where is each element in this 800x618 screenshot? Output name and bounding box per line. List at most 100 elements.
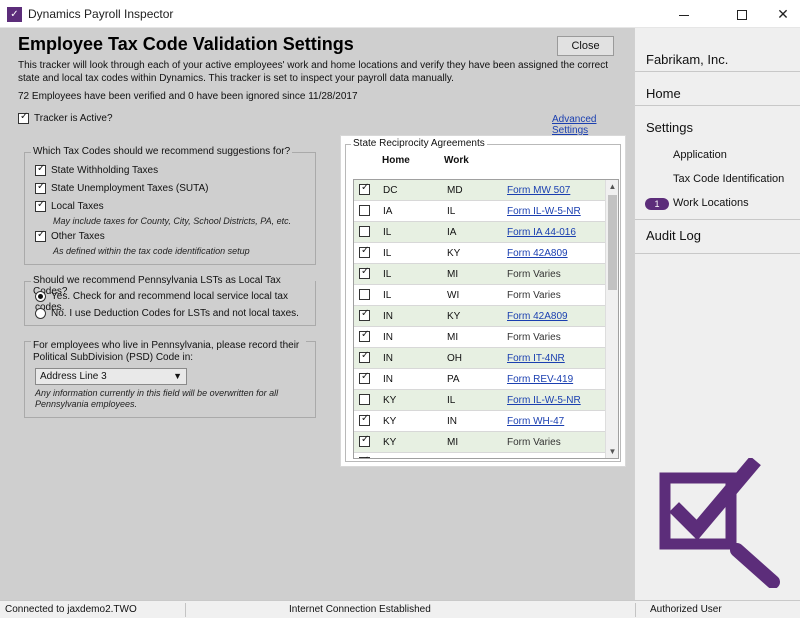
- work-state-cell: KY: [447, 248, 461, 259]
- suta-checkbox[interactable]: State Unemployment Taxes (SUTA): [35, 181, 209, 195]
- nav-item-audit-log[interactable]: Audit Log: [635, 220, 800, 254]
- tracker-active-checkbox[interactable]: Tracker is Active?: [18, 111, 113, 125]
- nav-item-home[interactable]: Home: [635, 72, 800, 106]
- table-row[interactable]: KY MI Form Varies: [354, 432, 606, 453]
- nav-sub-application[interactable]: Application: [673, 149, 727, 161]
- table-row[interactable]: IN OH Form IT-4NR: [354, 348, 606, 369]
- work-state-cell: MI: [447, 437, 459, 448]
- table-row[interactable]: KY OH Form IT-4NR: [354, 453, 606, 459]
- company-name: Fabrikam, Inc.: [646, 52, 729, 67]
- home-state-cell: IN: [383, 332, 393, 343]
- psd-field-select[interactable]: Address Line 3 ▼: [35, 368, 187, 385]
- form-text: Form Varies: [507, 437, 561, 448]
- home-state-cell: IN: [383, 353, 393, 364]
- checkbox-box[interactable]: [35, 229, 46, 242]
- row-checkbox[interactable]: [359, 329, 370, 342]
- tax-codes-group-title: Which Tax Codes should we recommend sugg…: [31, 146, 293, 157]
- advanced-settings-link[interactable]: Advanced Settings: [552, 114, 634, 136]
- row-checkbox[interactable]: [359, 182, 370, 195]
- page-title: Employee Tax Code Validation Settings: [18, 34, 354, 54]
- work-state-cell: OH: [447, 353, 462, 364]
- form-link[interactable]: Form MW 507: [507, 185, 570, 196]
- home-state-cell: IA: [383, 206, 393, 217]
- table-row[interactable]: IL MI Form Varies: [354, 264, 606, 285]
- scroll-thumb[interactable]: [608, 195, 617, 290]
- scroll-down-icon[interactable]: ▼: [606, 445, 618, 458]
- row-checkbox[interactable]: [359, 350, 370, 363]
- row-checkbox[interactable]: [359, 289, 370, 300]
- form-link[interactable]: Form IL-W-5-NR: [507, 395, 581, 406]
- form-link[interactable]: Form IT-4NR: [507, 458, 565, 459]
- checkbox-label: State Unemployment Taxes (SUTA): [51, 183, 209, 195]
- work-state-cell: IL: [447, 206, 456, 217]
- lst-group: Should we recommend Pennsylvania LSTs as…: [24, 275, 316, 326]
- table-row[interactable]: IL WI Form Varies: [354, 285, 606, 306]
- maximize-button[interactable]: [719, 0, 765, 28]
- nav-audit-log-label: Audit Log: [646, 228, 701, 243]
- grid-scrollbar[interactable]: ▲ ▼: [605, 180, 618, 458]
- scroll-up-icon[interactable]: ▲: [606, 180, 618, 193]
- lst-no-radio[interactable]: No. I use Deduction Codes for LSTs and n…: [35, 308, 299, 319]
- nav-sub-work-locations[interactable]: Work Locations: [673, 197, 749, 209]
- tax-codes-group: Which Tax Codes should we recommend sugg…: [24, 146, 316, 265]
- local-taxes-checkbox[interactable]: Local Taxes: [35, 199, 104, 213]
- row-checkbox[interactable]: [359, 266, 370, 279]
- status-separator: [185, 603, 186, 617]
- home-state-cell: IL: [383, 248, 392, 259]
- minimize-button[interactable]: [661, 0, 707, 28]
- home-state-cell: KY: [383, 437, 397, 448]
- tracker-active-label: Tracker is Active?: [34, 113, 113, 125]
- form-link[interactable]: Form 42A809: [507, 311, 568, 322]
- work-state-cell: MI: [447, 269, 459, 280]
- checkbox-box[interactable]: [35, 199, 46, 212]
- table-row[interactable]: KY IL Form IL-W-5-NR: [354, 390, 606, 411]
- checkbox-box[interactable]: [35, 163, 46, 176]
- row-checkbox[interactable]: [359, 245, 370, 258]
- title-bar: ✓ Dynamics Payroll Inspector ✕: [0, 0, 800, 28]
- table-row[interactable]: DC MD Form MW 507: [354, 180, 606, 201]
- row-checkbox[interactable]: [359, 205, 370, 216]
- form-link[interactable]: Form REV-419: [507, 374, 573, 385]
- row-checkbox[interactable]: [359, 308, 370, 321]
- form-link[interactable]: Form IL-W-5-NR: [507, 206, 581, 217]
- nav-settings-label: Settings: [646, 120, 693, 135]
- form-link[interactable]: Form WH-47: [507, 416, 564, 427]
- checkbox-label: State Withholding Taxes: [51, 165, 159, 177]
- checkbox-label: Other Taxes: [51, 231, 105, 243]
- company-item: Fabrikam, Inc.: [635, 28, 800, 72]
- table-row[interactable]: KY IN Form WH-47: [354, 411, 606, 432]
- close-window-button[interactable]: ✕: [760, 0, 800, 28]
- form-text: Form Varies: [507, 290, 561, 301]
- nav-item-settings[interactable]: Settings Application Tax Code Identifica…: [635, 106, 800, 220]
- col-work-header: Work: [444, 155, 469, 166]
- table-row[interactable]: IN KY Form 42A809: [354, 306, 606, 327]
- row-checkbox[interactable]: [359, 455, 370, 458]
- row-checkbox[interactable]: [359, 371, 370, 384]
- close-button[interactable]: Close: [557, 36, 614, 56]
- other-taxes-checkbox[interactable]: Other Taxes: [35, 229, 105, 243]
- home-state-cell: KY: [383, 458, 396, 459]
- table-row[interactable]: IL IA Form IA 44-016: [354, 222, 606, 243]
- row-checkbox[interactable]: [359, 413, 370, 426]
- table-row[interactable]: IN MI Form Varies: [354, 327, 606, 348]
- radio-circle[interactable]: [35, 308, 46, 319]
- nav-sub-tax-code[interactable]: Tax Code Identification: [673, 173, 784, 185]
- psd-group-title: For employees who live in Pennsylvania, …: [31, 340, 306, 364]
- home-state-cell: DC: [383, 185, 398, 196]
- row-checkbox[interactable]: [359, 434, 370, 447]
- form-link[interactable]: Form IT-4NR: [507, 353, 565, 364]
- table-row[interactable]: IL KY Form 42A809: [354, 243, 606, 264]
- form-link[interactable]: Form IA 44-016: [507, 227, 576, 238]
- home-state-cell: IL: [383, 269, 392, 280]
- chevron-down-icon: ▼: [173, 371, 182, 381]
- checkbox-box[interactable]: [18, 111, 29, 124]
- row-checkbox[interactable]: [359, 226, 370, 237]
- radio-circle[interactable]: [35, 291, 46, 302]
- checkbox-box[interactable]: [35, 181, 46, 194]
- form-link[interactable]: Form 42A809: [507, 248, 568, 259]
- state-withholding-checkbox[interactable]: State Withholding Taxes: [35, 163, 159, 177]
- table-row[interactable]: IN PA Form REV-419: [354, 369, 606, 390]
- table-row[interactable]: IA IL Form IL-W-5-NR: [354, 201, 606, 222]
- row-checkbox[interactable]: [359, 394, 370, 405]
- checkbox-label: Local Taxes: [51, 201, 104, 213]
